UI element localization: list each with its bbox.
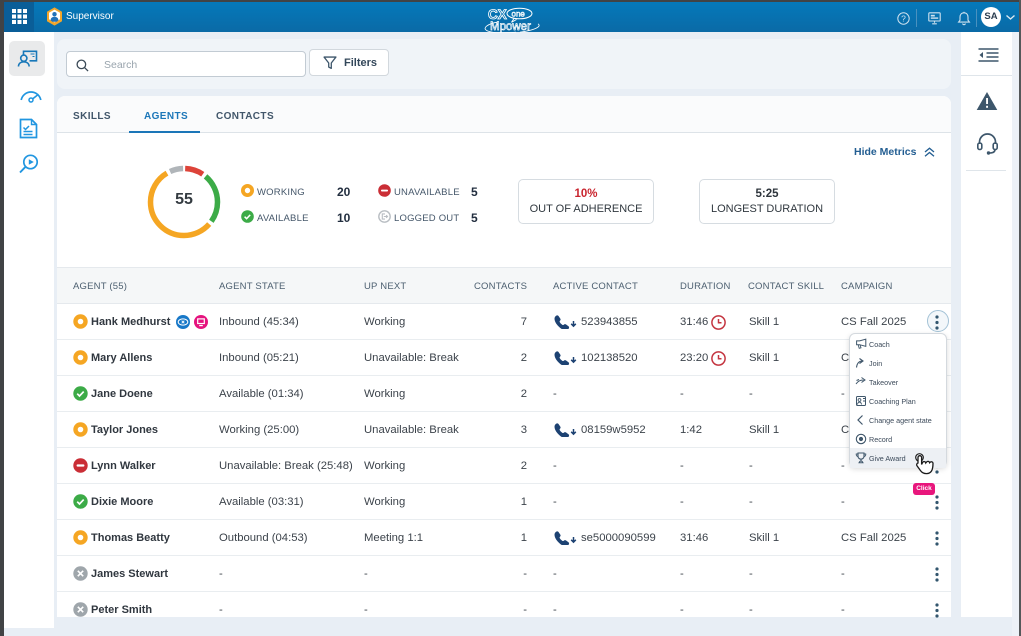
svg-text:one: one [512, 10, 526, 19]
svg-text:CX: CX [488, 7, 507, 22]
svg-text:?: ? [901, 14, 906, 24]
